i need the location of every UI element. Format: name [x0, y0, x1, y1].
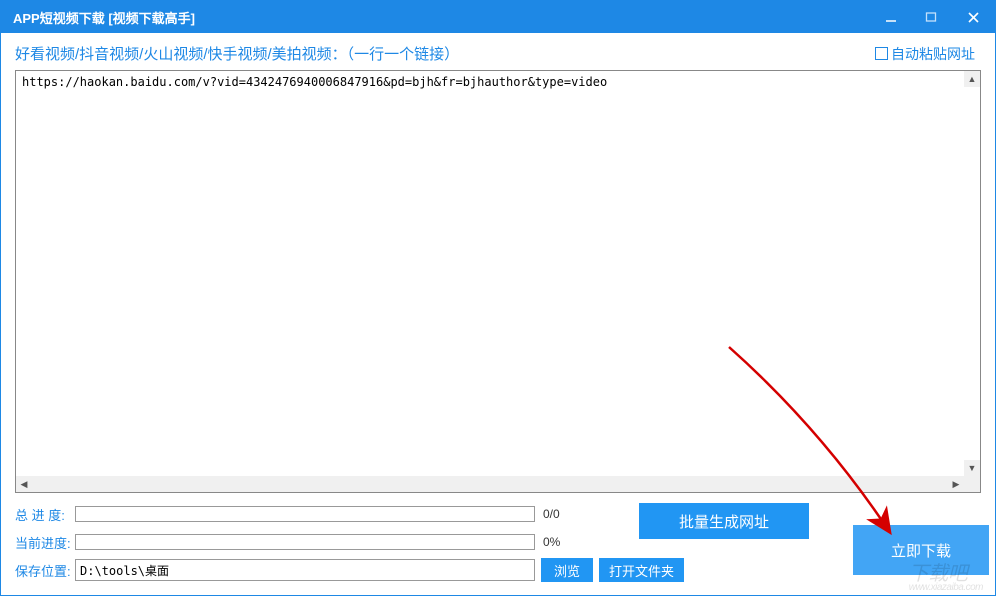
- download-now-button[interactable]: 立即下载: [853, 525, 989, 575]
- scroll-left-icon[interactable]: ◀: [16, 476, 32, 492]
- total-progress-text: 0/0: [543, 507, 583, 521]
- scroll-down-icon[interactable]: ▼: [964, 460, 980, 476]
- checkbox-icon: [875, 47, 888, 60]
- current-progress-row: 当前进度: 0%: [15, 531, 981, 553]
- current-progress-text: 0%: [543, 535, 583, 549]
- scrollbar-horizontal[interactable]: [32, 476, 948, 492]
- current-progress-bar: [75, 534, 535, 550]
- bottom-controls: 总 进 度: 0/0 当前进度: 0% 保存位置: D:\tools\桌面 浏览…: [15, 503, 981, 587]
- url-textarea[interactable]: https://haokan.baidu.com/v?vid=434247694…: [15, 70, 981, 493]
- save-path-row: 保存位置: D:\tools\桌面 浏览 打开文件夹: [15, 559, 981, 581]
- auto-paste-checkbox[interactable]: 自动粘贴网址: [875, 44, 975, 64]
- sources-label: 好看视频/抖音视频/火山视频/快手视频/美拍视频：（一行一个链接）: [15, 43, 875, 64]
- current-progress-label: 当前进度:: [15, 533, 75, 552]
- url-text-content: https://haokan.baidu.com/v?vid=434247694…: [16, 71, 980, 93]
- batch-generate-button[interactable]: 批量生成网址: [639, 503, 809, 539]
- total-progress-label: 总 进 度:: [15, 505, 75, 524]
- scroll-right-icon[interactable]: ▶: [948, 476, 964, 492]
- app-window: APP短视频下载 [视频下载高手] 好看视频/抖音视频/火山视频/快手视频/美拍…: [0, 0, 996, 596]
- total-progress-bar: [75, 506, 535, 522]
- header-row: 好看视频/抖音视频/火山视频/快手视频/美拍视频：（一行一个链接） 自动粘贴网址: [15, 43, 981, 64]
- save-path-input[interactable]: D:\tools\桌面: [75, 559, 535, 581]
- title-bar: APP短视频下载 [视频下载高手]: [1, 1, 995, 33]
- open-folder-button[interactable]: 打开文件夹: [599, 558, 684, 582]
- content-area: 好看视频/抖音视频/火山视频/快手视频/美拍视频：（一行一个链接） 自动粘贴网址…: [1, 33, 995, 595]
- maximize-button[interactable]: [911, 1, 951, 33]
- browse-button[interactable]: 浏览: [541, 558, 593, 582]
- minimize-button[interactable]: [871, 1, 911, 33]
- window-title: APP短视频下载 [视频下载高手]: [13, 8, 195, 27]
- total-progress-row: 总 进 度: 0/0: [15, 503, 981, 525]
- scroll-up-icon[interactable]: ▲: [964, 71, 980, 87]
- close-button[interactable]: [951, 1, 995, 33]
- auto-paste-label: 自动粘贴网址: [891, 44, 975, 64]
- scroll-corner: [964, 476, 980, 492]
- save-path-label: 保存位置:: [15, 561, 75, 580]
